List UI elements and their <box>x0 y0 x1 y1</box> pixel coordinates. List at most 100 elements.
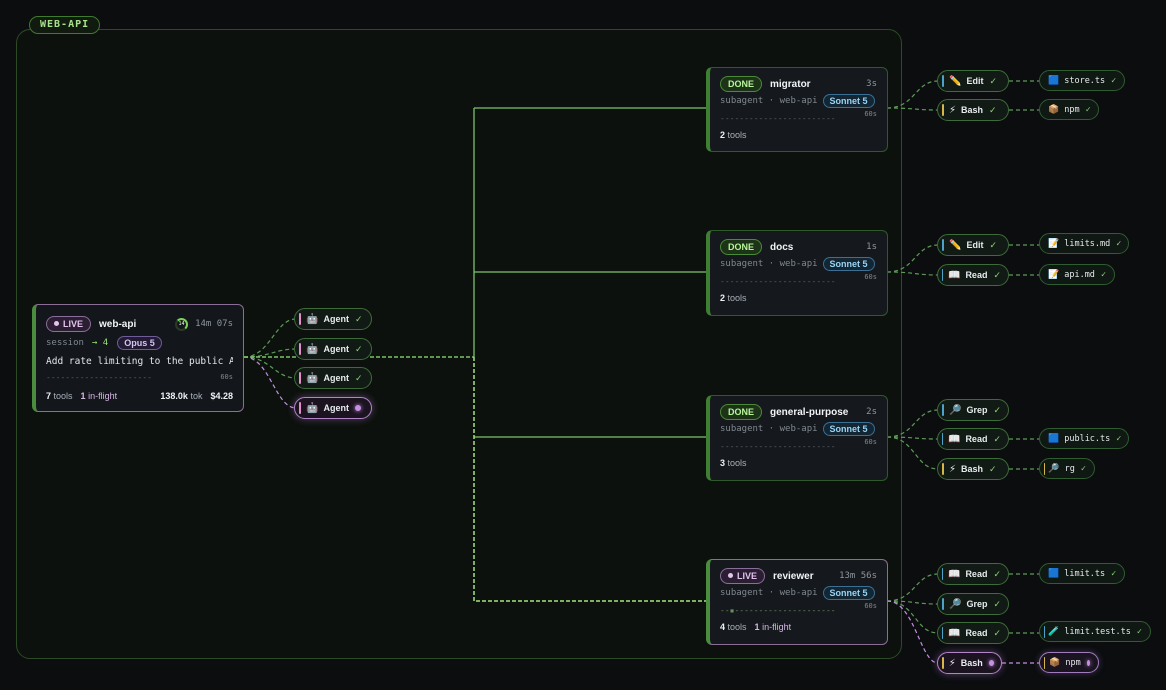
tool-call-pill-bash[interactable]: ⚡ Bash <box>937 652 1002 674</box>
file-type-icon: 🟦 <box>1048 75 1060 86</box>
file-name: public.ts <box>1064 433 1111 444</box>
check-icon: ✓ <box>993 627 1001 638</box>
tool-call-pill-grep[interactable]: 🔎 Grep ✓ <box>937 593 1009 615</box>
check-icon: ✓ <box>989 239 997 250</box>
file-target-chip[interactable]: 🟦 public.ts ✓ <box>1039 428 1129 449</box>
file-type-icon: 📦 <box>1049 657 1061 668</box>
edit-tool-icon: ✏️ <box>949 239 962 251</box>
check-icon: ✓ <box>354 372 363 383</box>
file-target-chip[interactable]: 📦 npm <box>1039 652 1099 673</box>
model-badge: Sonnet 5 <box>822 257 875 271</box>
tools-count: 7 <box>46 391 52 401</box>
check-icon: ✓ <box>993 598 1002 609</box>
inflight-label: in-flight <box>88 391 118 401</box>
tool-call-pill-read[interactable]: 📖 Read ✓ <box>937 428 1009 450</box>
pill-label: Read <box>965 434 988 444</box>
model-badge: Sonnet 5 <box>822 586 875 600</box>
robot-icon: 🤖 <box>306 402 319 414</box>
check-icon: ✓ <box>354 343 363 354</box>
agent-call-pill[interactable]: 🤖 Agent ✓ <box>294 338 372 360</box>
live-badge: LIVE <box>720 568 766 584</box>
subagent-meta: subagent · web-api <box>720 96 818 106</box>
file-name: store.ts <box>1064 75 1106 86</box>
tool-call-pill-bash[interactable]: ⚡ Bash ✓ <box>937 99 1009 121</box>
subagent-card-reviewer[interactable]: LIVE reviewer 13m 56s subagent · web-api… <box>706 559 888 645</box>
grep-tool-icon: 🔎 <box>949 404 962 416</box>
pill-label: Agent <box>323 373 349 383</box>
pill-label: Edit <box>966 76 984 86</box>
file-type-icon: 📝 <box>1048 269 1060 280</box>
subagent-name: general-purpose <box>770 406 849 418</box>
subagent-name: docs <box>770 241 794 253</box>
agent-call-pill-running[interactable]: 🤖 Agent <box>294 397 372 419</box>
tool-call-pill-read[interactable]: 📖 Read ✓ <box>937 563 1009 585</box>
check-icon: ✓ <box>1136 626 1142 637</box>
pill-label: Agent <box>323 403 349 413</box>
check-icon: ✓ <box>993 404 1002 415</box>
file-type-icon: 🟦 <box>1048 568 1060 579</box>
inflight-label: in-flight <box>762 622 792 632</box>
tool-call-pill-edit[interactable]: ✏️ Edit ✓ <box>937 234 1009 256</box>
file-name: api.md <box>1064 269 1095 280</box>
file-name: npm <box>1065 657 1081 668</box>
check-icon: ✓ <box>993 568 1001 579</box>
file-type-icon: 🟦 <box>1048 433 1060 444</box>
inflight-count: 1 <box>80 391 86 401</box>
subagent-meta: subagent · web-api <box>720 588 818 598</box>
file-type-icon: 📝 <box>1048 238 1060 249</box>
file-type-icon: 🔎 <box>1048 463 1060 474</box>
pill-bar <box>942 239 944 251</box>
pill-bar <box>299 343 301 355</box>
live-badge: LIVE <box>46 316 92 332</box>
bash-tool-icon: ⚡ <box>949 463 957 475</box>
pill-label: Bash <box>961 464 984 474</box>
file-target-chip[interactable]: 📦 npm ✓ <box>1039 99 1099 120</box>
subagent-card-general-purpose[interactable]: DONE general-purpose 2s subagent · web-a… <box>706 395 888 481</box>
check-icon: ✓ <box>1111 568 1117 579</box>
running-indicator-icon <box>988 660 994 666</box>
root-session-card[interactable]: LIVE web-api 14 14m 07s session → 4 Opus… <box>32 304 244 412</box>
file-target-chip[interactable]: 📝 api.md ✓ <box>1039 264 1115 285</box>
file-target-chip[interactable]: 📝 limits.md ✓ <box>1039 233 1129 254</box>
tool-call-pill-grep[interactable]: 🔎 Grep ✓ <box>937 399 1009 421</box>
read-tool-icon: 📖 <box>947 568 961 580</box>
check-icon: ✓ <box>993 269 1001 280</box>
session-cost: $4.28 <box>210 391 233 401</box>
bash-tool-icon: ⚡ <box>949 104 957 116</box>
agent-call-pill[interactable]: 🤖 Agent ✓ <box>294 367 372 389</box>
session-name: web-api <box>99 318 137 330</box>
tool-call-pill-edit[interactable]: ✏️ Edit ✓ <box>937 70 1009 92</box>
file-target-chip[interactable]: 🧪 limit.test.ts ✓ <box>1039 621 1151 642</box>
tools-label: tools <box>727 130 747 140</box>
file-target-chip[interactable]: 🟦 store.ts ✓ <box>1039 70 1125 91</box>
group-label: WEB-API <box>29 16 101 34</box>
subagent-card-migrator[interactable]: DONE migrator 3s subagent · web-api Sonn… <box>706 67 888 152</box>
file-name: rg <box>1064 463 1075 474</box>
check-icon: ✓ <box>989 75 997 86</box>
pill-label: Agent <box>323 314 349 324</box>
subagent-card-docs[interactable]: DONE docs 1s subagent · web-api Sonnet 5… <box>706 230 888 316</box>
context-ring-icon: 14 <box>175 317 189 331</box>
inflight-count: 1 <box>754 622 760 632</box>
agent-call-pill[interactable]: 🤖 Agent ✓ <box>294 308 372 330</box>
pill-bar <box>942 463 944 475</box>
tool-call-pill-read[interactable]: 📖 Read ✓ <box>937 622 1009 644</box>
elapsed-time: 13m 56s <box>839 571 877 581</box>
timeline-scale: 60s <box>864 438 877 446</box>
tool-call-pill-read[interactable]: 📖 Read ✓ <box>937 264 1009 286</box>
tools-label: tools <box>53 391 73 401</box>
running-indicator-icon <box>354 405 361 411</box>
timeline-scale: 60s <box>220 373 233 381</box>
tool-call-pill-bash[interactable]: ⚡ Bash ✓ <box>937 458 1009 480</box>
tools-label: tools <box>727 293 747 303</box>
read-tool-icon: 📖 <box>947 433 961 445</box>
file-target-chip[interactable]: 🟦 limit.ts ✓ <box>1039 563 1125 584</box>
check-icon: ✓ <box>989 463 997 474</box>
file-type-icon: 📦 <box>1048 104 1060 115</box>
pill-bar <box>299 372 301 384</box>
robot-icon: 🤖 <box>306 343 319 355</box>
pill-bar <box>942 269 943 281</box>
file-target-chip[interactable]: 🔎 rg ✓ <box>1039 458 1095 479</box>
file-name: limit.test.ts <box>1064 626 1131 637</box>
check-icon: ✓ <box>993 433 1001 444</box>
